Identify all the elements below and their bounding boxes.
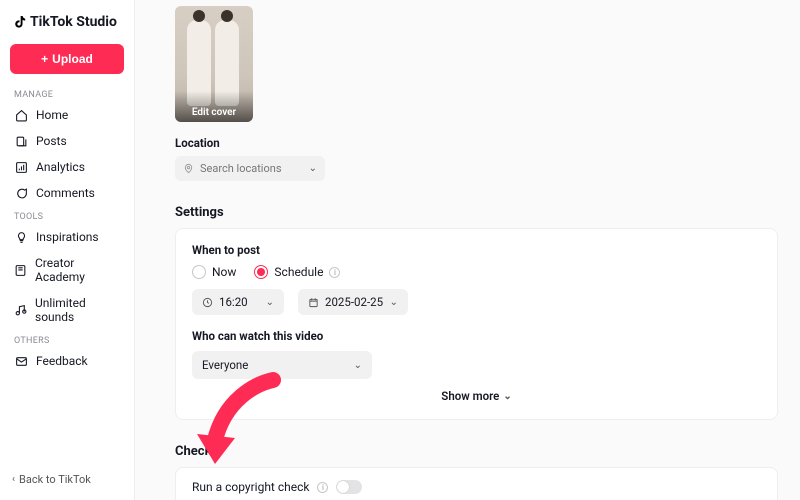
back-link-label: Back to TikTok: [19, 473, 91, 486]
checks-heading: Checks: [175, 444, 778, 459]
sidebar-item-comments[interactable]: Comments: [8, 180, 126, 206]
radio-schedule[interactable]: Schedule i: [254, 265, 340, 279]
sidebar: TikTok Studio + Upload MANAGE Home Posts…: [0, 0, 135, 500]
date-picker[interactable]: 2025-02-25 ⌄: [298, 289, 408, 315]
analytics-icon: [14, 161, 28, 174]
edit-cover-label: Edit cover: [175, 91, 253, 122]
time-value: 16:20: [219, 295, 248, 309]
chevron-down-icon: ⌄: [390, 297, 398, 308]
show-more-button[interactable]: Show more ⌄: [192, 379, 761, 405]
sidebar-item-label: Feedback: [36, 354, 88, 368]
location-search[interactable]: Search locations ⌄: [175, 156, 325, 181]
chevron-down-icon: ⌄: [354, 360, 362, 371]
info-icon[interactable]: i: [317, 482, 328, 493]
music-icon: [14, 304, 27, 317]
privacy-select[interactable]: Everyone ⌄: [192, 351, 372, 379]
home-icon: [14, 109, 28, 122]
location-label: Location: [175, 136, 778, 150]
mail-icon: [14, 355, 28, 368]
book-icon: [14, 264, 27, 277]
sidebar-item-label: Posts: [36, 134, 67, 148]
upload-label: Upload: [52, 52, 93, 66]
sidebar-item-label: Analytics: [36, 160, 85, 174]
bulb-icon: [14, 231, 28, 244]
radio-now[interactable]: Now: [192, 265, 236, 279]
sidebar-item-unlimited-sounds[interactable]: Unlimited sounds: [8, 290, 126, 330]
sidebar-item-posts[interactable]: Posts: [8, 128, 126, 154]
checks-card: Run a copyright check i: [175, 467, 778, 500]
time-picker[interactable]: 16:20 ⌄: [192, 289, 284, 315]
comments-icon: [14, 187, 28, 200]
clock-icon: [202, 297, 213, 308]
settings-heading: Settings: [175, 205, 778, 220]
privacy-value: Everyone: [202, 358, 248, 372]
sidebar-item-creator-academy[interactable]: Creator Academy: [8, 250, 126, 290]
sidebar-item-inspirations[interactable]: Inspirations: [8, 224, 126, 250]
app-logo: TikTok Studio: [8, 10, 126, 38]
sidebar-item-label: Creator Academy: [35, 256, 120, 284]
app-title: TikTok Studio: [30, 14, 117, 30]
privacy-label: Who can watch this video: [192, 329, 761, 343]
copyright-check-label: Run a copyright check: [192, 480, 309, 494]
sidebar-item-home[interactable]: Home: [8, 102, 126, 128]
video-cover-thumbnail[interactable]: Edit cover: [175, 6, 253, 122]
sidebar-item-label: Home: [36, 108, 68, 122]
info-icon[interactable]: i: [329, 267, 340, 278]
sidebar-item-analytics[interactable]: Analytics: [8, 154, 126, 180]
section-label-others: OTHERS: [8, 330, 126, 348]
radio-icon: [254, 265, 268, 279]
copyright-toggle[interactable]: [336, 480, 362, 494]
settings-card: When to post Now Schedule i 16:20: [175, 228, 778, 420]
location-pin-icon: [183, 163, 194, 174]
date-value: 2025-02-25: [325, 295, 383, 309]
posts-icon: [14, 135, 28, 148]
plus-icon: +: [41, 52, 48, 66]
back-to-tiktok-link[interactable]: ‹ Back to TikTok: [8, 463, 126, 500]
sidebar-item-label: Unlimited sounds: [35, 296, 120, 324]
radio-label: Now: [212, 265, 236, 279]
sidebar-item-label: Inspirations: [36, 230, 99, 244]
radio-label: Schedule: [274, 265, 323, 279]
section-label-tools: TOOLS: [8, 206, 126, 224]
sidebar-item-label: Comments: [36, 186, 95, 200]
main-content: Edit cover Location Search locations ⌄ S…: [135, 0, 800, 500]
location-placeholder: Search locations: [200, 162, 282, 175]
calendar-icon: [308, 297, 319, 308]
chevron-down-icon: ⌄: [503, 391, 511, 402]
upload-button[interactable]: + Upload: [10, 44, 124, 74]
show-more-label: Show more: [441, 389, 499, 403]
sidebar-item-feedback[interactable]: Feedback: [8, 348, 126, 374]
when-to-post-label: When to post: [192, 243, 761, 257]
tiktok-logo-icon: [12, 14, 28, 30]
radio-icon: [192, 265, 206, 279]
section-label-manage: MANAGE: [8, 84, 126, 102]
chevron-down-icon: ⌄: [266, 297, 274, 308]
chevron-left-icon: ‹: [12, 474, 15, 485]
chevron-down-icon: ⌄: [309, 163, 317, 174]
